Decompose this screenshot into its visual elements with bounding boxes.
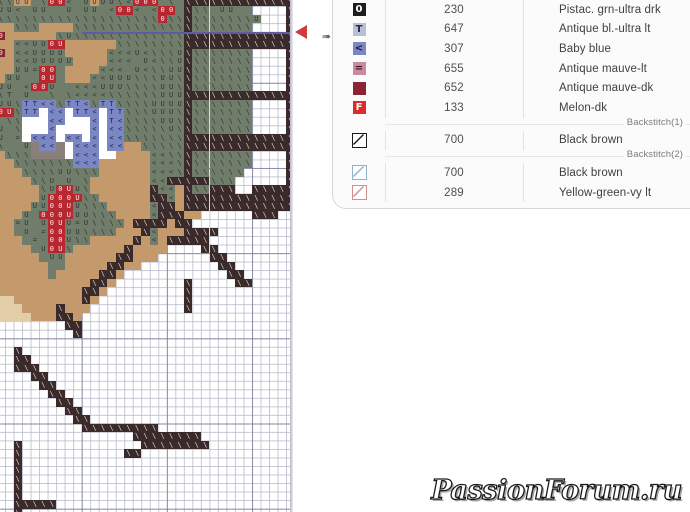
legend-group-label: Backstitch(1) xyxy=(623,116,686,128)
legend-name-cell: Pistac. grn-ultra drk xyxy=(559,3,661,16)
legend-code-cell: 652 xyxy=(444,82,464,95)
legend-column-divider xyxy=(385,19,386,40)
legend-name-cell: Black brown xyxy=(559,166,623,179)
legend-row[interactable]: <307 Baby blue xyxy=(333,39,690,59)
legend-column-divider xyxy=(523,0,524,20)
legend-code-cell: 700 xyxy=(444,166,464,179)
legend-column-divider xyxy=(385,97,386,118)
legend-name-cell: Antique mauve-dk xyxy=(559,82,654,95)
floss-symbol-icon xyxy=(352,81,366,95)
legend-row[interactable]: 700 Black brown xyxy=(333,163,690,183)
legend-name-cell: Melon-dk xyxy=(559,101,608,114)
legend-symbol-cell xyxy=(333,165,385,181)
legend-name-cell: Baby blue xyxy=(559,42,612,55)
row-marker-triangle-icon[interactable] xyxy=(295,25,307,39)
legend-name-cell: Antique bl.-ultra lt xyxy=(559,23,651,36)
floss-legend-panel[interactable]: 0 230 Pistac. grn-ultra drk T 647 Antique bl.… xyxy=(332,0,690,210)
legend-column-divider xyxy=(385,58,386,79)
legend-column-divider xyxy=(385,163,386,183)
legend-symbol-cell: F xyxy=(333,101,385,115)
legend-code-cell: 647 xyxy=(444,23,464,36)
legend-row[interactable]: 0 230 Pistac. grn-ultra drk xyxy=(333,0,690,20)
legend-symbol-cell: T xyxy=(333,22,385,36)
legend-symbol-cell: 0 xyxy=(333,3,385,17)
legend-code-cell: 700 xyxy=(444,134,464,147)
legend-row[interactable]: 289 Yellow-green-vy lt xyxy=(333,182,690,203)
legend-symbol-cell: = xyxy=(333,62,385,76)
legend-column-divider xyxy=(523,58,524,79)
backstitch-symbol-icon xyxy=(351,165,367,181)
legend-group-separator: Backstitch(1) xyxy=(333,116,690,131)
legend-group-separator: Backstitch(2) xyxy=(333,149,690,163)
legend-column-divider xyxy=(523,97,524,118)
legend-column-divider xyxy=(385,39,386,59)
legend-name-cell: Yellow-green-vy lt xyxy=(559,186,652,199)
legend-column-divider xyxy=(523,19,524,40)
backstitch-symbol-icon xyxy=(351,185,367,201)
legend-code-cell: 655 xyxy=(444,62,464,75)
legend-row[interactable]: = 655 Antique mauve-lt xyxy=(333,58,690,79)
legend-column-divider xyxy=(523,130,524,151)
legend-symbol-cell xyxy=(333,132,385,148)
legend-symbol-cell xyxy=(333,185,385,201)
mouse-pointer-icon: ➠ xyxy=(322,31,332,43)
legend-row[interactable]: 700 Black brown xyxy=(333,130,690,151)
legend-code-cell: 133 xyxy=(444,101,464,114)
legend-code-cell: 230 xyxy=(444,3,464,16)
legend-code-cell: 289 xyxy=(444,186,464,199)
legend-rows-container: 0 230 Pistac. grn-ultra drk T 647 Antique bl.… xyxy=(333,0,690,203)
legend-code-cell: 307 xyxy=(444,42,464,55)
chart-right-border xyxy=(290,0,293,512)
site-watermark: PassionForum.ru xyxy=(431,474,683,506)
legend-row[interactable]: 652 Antique mauve-dk xyxy=(333,78,690,98)
legend-row[interactable]: T 647 Antique bl.-ultra lt xyxy=(333,19,690,40)
floss-symbol-icon: F xyxy=(352,101,366,115)
floss-symbol-icon: < xyxy=(352,42,366,56)
floss-symbol-icon: 0 xyxy=(352,3,366,17)
legend-symbol-cell: < xyxy=(333,42,385,56)
legend-column-divider xyxy=(385,78,386,98)
legend-column-divider xyxy=(385,130,386,151)
floss-symbol-icon: = xyxy=(352,62,366,76)
legend-column-divider xyxy=(385,182,386,203)
chart-stitch-layer: \\UU\00<UUUU\<000\00\\UUUUU<UUUUU<00<<00… xyxy=(0,0,293,512)
horizontal-guide-line xyxy=(82,32,293,34)
legend-name-cell: Antique mauve-lt xyxy=(559,62,647,75)
legend-row[interactable]: F 133 Melon-dk xyxy=(333,97,690,118)
cross-stitch-chart-panel[interactable]: \\UU\00<UUUU\<000\00\\UUUUU<UUUUU<00<<00… xyxy=(0,0,293,512)
backstitch-symbol-icon xyxy=(351,132,367,148)
legend-column-divider xyxy=(523,39,524,59)
legend-column-divider xyxy=(385,0,386,20)
legend-column-divider xyxy=(523,182,524,203)
legend-column-divider xyxy=(523,78,524,98)
legend-symbol-cell xyxy=(333,81,385,95)
legend-column-divider xyxy=(523,163,524,183)
legend-name-cell: Black brown xyxy=(559,134,623,147)
legend-group-label: Backstitch(2) xyxy=(623,149,686,161)
floss-symbol-icon: T xyxy=(352,22,366,36)
